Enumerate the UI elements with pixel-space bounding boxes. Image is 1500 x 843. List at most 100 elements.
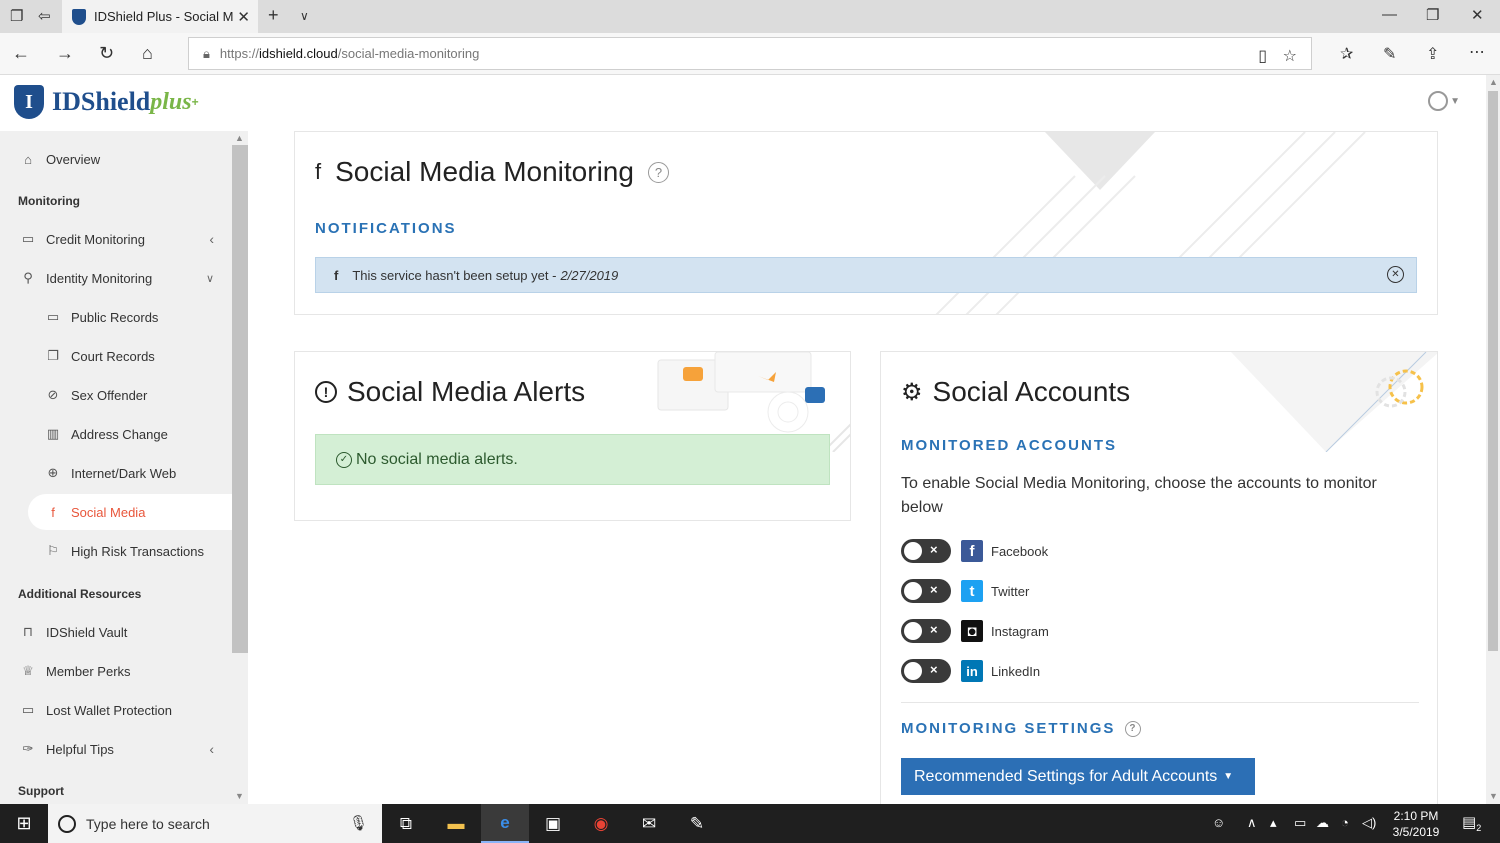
task-view-icon[interactable]: ⧉ [382, 804, 430, 843]
scroll-up-icon[interactable]: ▲ [235, 133, 244, 143]
gear-illustration [1231, 352, 1437, 452]
battery-icon[interactable]: ▭ [1294, 815, 1306, 831]
toggle-off-mark: × [930, 542, 938, 557]
sidebar-item-internet-dark-web[interactable]: ⊕ Internet/Dark Web [0, 455, 232, 491]
sidebar-item-helpful-tips[interactable]: ✑ Helpful Tips ‹ [0, 731, 232, 767]
new-tab-icon[interactable]: + [268, 5, 279, 26]
url-path: /social-media-monitoring [337, 46, 480, 61]
url-prefix: https:// [219, 46, 259, 61]
reading-view-icon[interactable]: ▯ [1258, 46, 1267, 66]
volume-icon[interactable]: ◁) [1362, 815, 1376, 831]
sidebar-item-address-change[interactable]: ▥ Address Change [0, 416, 232, 452]
set-aside-tabs-icon[interactable]: ⇦ [38, 7, 51, 25]
notifications-label: NOTIFICATIONS [315, 220, 457, 237]
trophy-icon: ♕ [22, 663, 34, 678]
sidebar-heading-additional-resources: Additional Resources [18, 587, 142, 601]
sidebar-scrollbar[interactable]: ▲ ▼ [232, 131, 248, 804]
close-tab-icon[interactable]: ✕ [237, 8, 250, 26]
sidebar-item-label: Address Change [71, 426, 168, 442]
sidebar-item-label: IDShield Vault [46, 624, 128, 640]
user-menu[interactable]: ▼ [1428, 91, 1460, 111]
social-accounts-card: ⚙ Social Accounts MONITORED ACCOUNTS To … [880, 351, 1438, 804]
file-explorer-icon[interactable]: ▬ [432, 804, 480, 843]
wifi-icon[interactable]: ◔ [1341, 815, 1349, 830]
microphone-icon[interactable]: 🎙︎ [349, 814, 368, 832]
browser-tab[interactable]: IDShield Plus - Social M ✕ [62, 0, 258, 33]
sidebar-item-lost-wallet-protection[interactable]: ▭ Lost Wallet Protection [0, 692, 232, 728]
tab-actions-icon[interactable]: ❐ [10, 7, 23, 25]
onedrive-icon[interactable]: ☁ [1316, 815, 1329, 831]
mail-icon[interactable]: ✉ [625, 804, 673, 843]
scroll-down-icon[interactable]: ▼ [235, 791, 244, 801]
sidebar-item-sex-offender[interactable]: ⊘ Sex Offender [0, 377, 232, 413]
facebook-icon: f [315, 159, 322, 184]
dismiss-notification-icon[interactable]: ✕ [1387, 266, 1404, 283]
sidebar-item-public-records[interactable]: ▭ Public Records [0, 299, 232, 335]
paint-icon[interactable]: ✎ [673, 804, 721, 843]
sidebar-item-idshield-vault[interactable]: ⊓ IDShield Vault [0, 614, 232, 650]
tray-app-icon[interactable]: ▴ [1270, 815, 1277, 831]
facebook-toggle[interactable]: × [901, 539, 951, 563]
close-window-icon[interactable]: ✕ [1471, 6, 1484, 24]
account-row-linkedin: × in LinkedIn [901, 659, 1040, 683]
minimize-icon[interactable]: — [1382, 6, 1397, 23]
store-icon[interactable]: ▣ [529, 804, 577, 843]
folder-icon: ▭ [46, 309, 60, 324]
sidebar-item-high-risk-transactions[interactable]: ⚐ High Risk Transactions [0, 533, 232, 569]
recommended-settings-dropdown[interactable]: Recommended Settings for Adult Accounts … [901, 758, 1255, 795]
more-menu-icon[interactable]: ⋯ [1469, 42, 1485, 62]
sidebar-item-overview[interactable]: ⌂ Overview [0, 141, 232, 177]
sidebar-item-social-media[interactable]: f Social Media [28, 494, 232, 530]
scroll-up-icon[interactable]: ▲ [1489, 77, 1498, 87]
twitter-toggle[interactable]: × [901, 579, 951, 603]
map-icon: ▥ [46, 426, 60, 441]
user-icon: ⚲ [23, 270, 33, 285]
shield-logo-icon: I [14, 85, 44, 119]
share-icon[interactable]: ⇪ [1426, 44, 1439, 64]
linkedin-toggle[interactable]: × [901, 659, 951, 683]
page-scrollbar[interactable]: ▲ ▼ [1486, 75, 1500, 804]
windows-start-icon[interactable]: ⊞ [0, 804, 48, 843]
no-alerts-message: ✓ No social media alerts. [315, 434, 830, 485]
favorites-hub-icon[interactable]: ✰ [1340, 44, 1353, 64]
sidebar-scroll-thumb[interactable] [232, 145, 248, 653]
restore-icon[interactable]: ❐ [1426, 6, 1439, 24]
tab-list-chevron-icon[interactable]: ∨ [300, 9, 309, 23]
page-scroll-thumb[interactable] [1488, 91, 1498, 651]
instagram-toggle[interactable]: × [901, 619, 951, 643]
sidebar-item-member-perks[interactable]: ♕ Member Perks [0, 653, 232, 689]
browser-tab-bar: ❐ ⇦ IDShield Plus - Social M ✕ + ∨ — ❐ ✕ [0, 0, 1500, 33]
help-icon[interactable]: ? [1125, 720, 1142, 737]
sidebar-item-label: Lost Wallet Protection [46, 702, 172, 718]
idshield-logo[interactable]: I IDShield plus + [14, 85, 199, 119]
help-icon[interactable]: ? [647, 161, 669, 183]
address-bar[interactable]: 🔒︎ https://idshield.cloud/social-media-m… [188, 37, 1312, 70]
logo-plus-wordmark: plus [150, 88, 192, 115]
chrome-icon[interactable]: ◉ [577, 804, 625, 843]
wallet-icon: ▭ [21, 702, 35, 717]
windows-taskbar: ⊞ Type here to search 🎙︎ ⧉ ▬ e ▣ ◉ ✉ ✎ ☺… [0, 804, 1500, 843]
linkedin-logo-icon: in [961, 660, 983, 682]
refresh-icon[interactable]: ↻ [99, 43, 114, 64]
sidebar-item-court-records[interactable]: ❐ Court Records [0, 338, 232, 374]
action-center-icon[interactable]: ▤2 [1462, 813, 1481, 833]
browser-nav-bar: ← → ↻ ⌂ 🔒︎ https://idshield.cloud/social… [0, 33, 1500, 75]
scroll-down-icon[interactable]: ▼ [1489, 791, 1498, 801]
toggle-off-mark: × [930, 582, 938, 597]
favorite-star-icon[interactable]: ☆ [1283, 46, 1297, 66]
user-avatar-icon [1428, 91, 1449, 111]
taskbar-search[interactable]: Type here to search 🎙︎ [48, 804, 382, 843]
sidebar-item-credit-monitoring[interactable]: ▭ Credit Monitoring ‹ [0, 221, 232, 257]
home-icon[interactable]: ⌂ [142, 43, 153, 64]
edge-browser-icon[interactable]: e [481, 804, 529, 843]
account-row-instagram: × ◘ Instagram [901, 619, 1049, 643]
sidebar-item-identity-monitoring[interactable]: ⚲ Identity Monitoring ∨ [0, 260, 232, 296]
forward-icon[interactable]: → [56, 43, 74, 64]
taskbar-clock[interactable]: 2:10 PM 3/5/2019 [1384, 808, 1448, 840]
dropdown-label: Recommended Settings for Adult Accounts [914, 767, 1218, 785]
logo-wordmark: IDShield [52, 87, 151, 116]
notes-pen-icon[interactable]: ✎ [1383, 44, 1396, 64]
people-icon[interactable]: ☺ [1212, 815, 1225, 830]
show-hidden-icons-chevron-icon[interactable]: ∧ [1247, 815, 1257, 831]
back-icon[interactable]: ← [12, 43, 30, 64]
